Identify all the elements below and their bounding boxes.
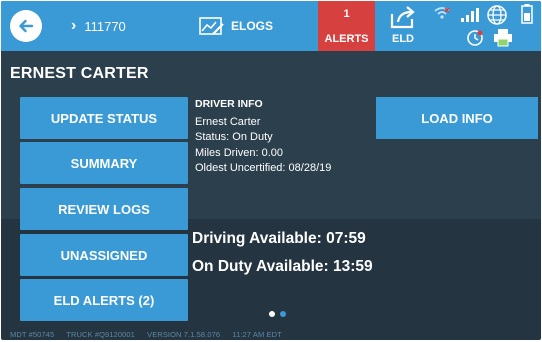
truck-id-label: 111770 bbox=[84, 18, 126, 34]
globe-icon bbox=[487, 5, 507, 25]
top-bar: › 111770 ELOGS 1 ALERTS ELD bbox=[1, 1, 541, 51]
page-indicator bbox=[269, 311, 286, 317]
status-footer: MDT #50745 TRUCK #Q9120001 VERSION 7.1.5… bbox=[10, 330, 292, 339]
driving-available: Driving Available: 07:59 bbox=[192, 230, 366, 247]
summary-button[interactable]: SUMMARY bbox=[20, 142, 188, 184]
share-icon bbox=[390, 6, 415, 29]
footer-mdt: MDT #50745 bbox=[10, 330, 55, 339]
truck-selector[interactable]: › 111770 bbox=[71, 1, 126, 51]
driver-name-title: ERNEST CARTER bbox=[10, 65, 149, 82]
driver-info-name: Ernest Carter bbox=[195, 115, 261, 128]
eld-button[interactable]: ELD bbox=[378, 1, 428, 51]
alerts-label: ALERTS bbox=[324, 33, 369, 45]
clock-icon bbox=[467, 30, 483, 46]
footer-time: 11:27 AM EDT bbox=[232, 330, 282, 339]
eld-label: ELD bbox=[392, 33, 414, 45]
footer-version: VERSION 7.1.58.076 bbox=[147, 330, 221, 339]
unassigned-button[interactable]: UNASSIGNED bbox=[20, 234, 188, 276]
chevron-right-icon: › bbox=[71, 17, 77, 34]
footer-truck: TRUCK #Q9120001 bbox=[66, 330, 135, 339]
load-info-button[interactable]: LOAD INFO bbox=[376, 97, 538, 139]
elogs-label: ELOGS bbox=[231, 19, 274, 33]
back-arrow-icon bbox=[19, 19, 34, 33]
driver-info-oldest-uncertified: Oldest Uncertified: 08/28/19 bbox=[195, 162, 332, 174]
page-dot[interactable] bbox=[280, 311, 286, 317]
driver-info-status: Status: On Duty bbox=[195, 131, 273, 143]
wifi-icon bbox=[434, 7, 450, 19]
review-logs-button[interactable]: REVIEW LOGS bbox=[20, 188, 188, 230]
driver-info-panel: DRIVER INFO Ernest Carter Status: On Dut… bbox=[195, 97, 331, 177]
eld-alerts-button[interactable]: ELD ALERTS (2) bbox=[20, 279, 188, 321]
signal-icon bbox=[461, 8, 479, 22]
elogs-button[interactable]: ELOGS bbox=[189, 1, 313, 51]
alerts-button[interactable]: 1 ALERTS bbox=[318, 1, 375, 51]
driver-info-miles: Miles Driven: 0.00 bbox=[195, 146, 284, 159]
battery-icon bbox=[521, 4, 533, 24]
printer-icon bbox=[494, 29, 512, 47]
driver-info-heading: DRIVER INFO bbox=[195, 98, 263, 110]
eld-home-screen: › 111770 ELOGS 1 ALERTS ELD ERNEST CARTE… bbox=[1, 1, 541, 340]
alerts-count: 1 bbox=[343, 8, 350, 20]
status-icons bbox=[431, 1, 541, 51]
update-status-button[interactable]: UPDATE STATUS bbox=[20, 97, 188, 139]
elogs-icon bbox=[199, 17, 224, 35]
on-duty-available: On Duty Available: 13:59 bbox=[192, 258, 373, 275]
back-button[interactable] bbox=[10, 10, 42, 42]
page-dot-active[interactable] bbox=[269, 311, 275, 317]
